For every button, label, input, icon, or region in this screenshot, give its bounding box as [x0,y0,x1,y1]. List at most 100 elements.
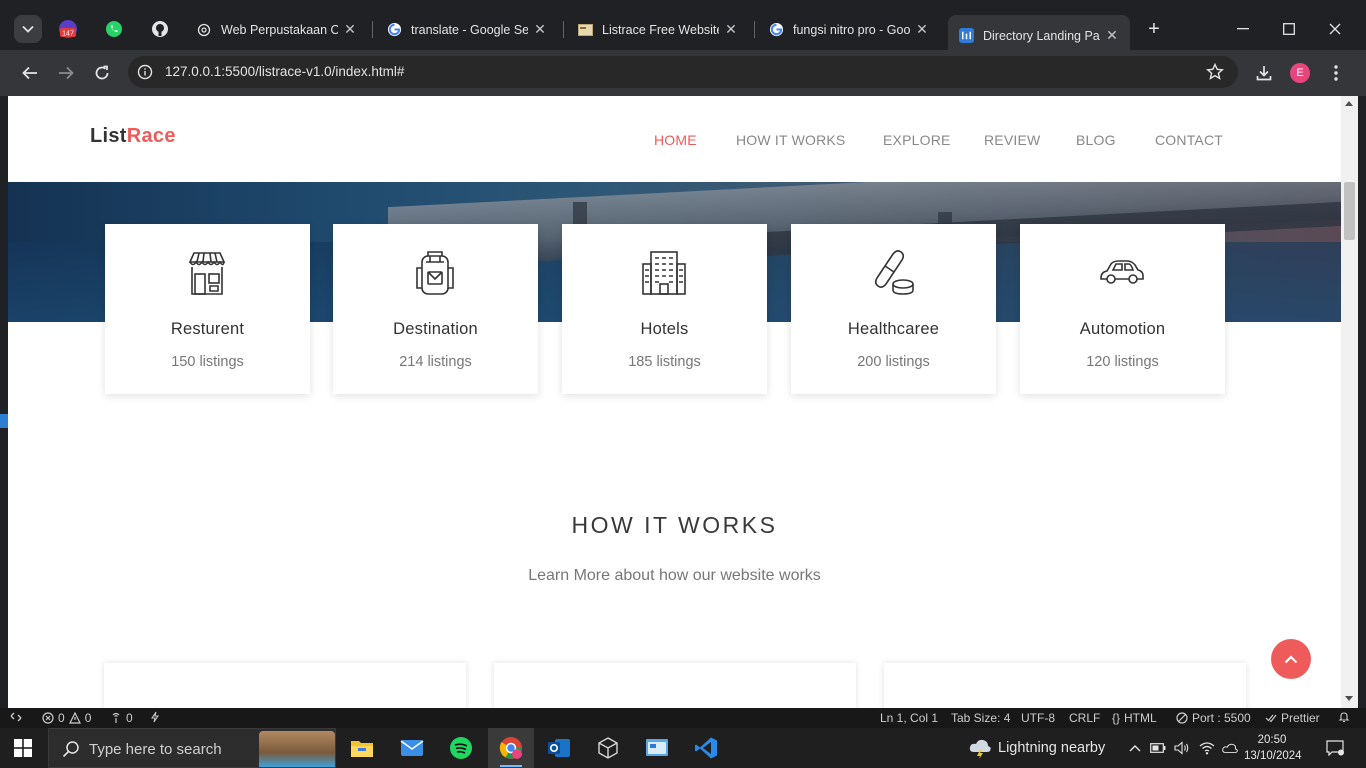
weather-text[interactable]: Lightning nearby [998,740,1105,756]
formatter-label: Prettier [1281,711,1320,725]
taskbar-file-explorer[interactable] [339,728,385,768]
site-logo[interactable]: ListRace [90,125,176,148]
no-entry-icon [1176,712,1188,724]
forward-button[interactable] [53,60,79,86]
tab-divider [372,21,373,38]
scroll-up-arrow-icon[interactable] [1345,101,1353,106]
taskbar-outlook[interactable] [536,728,582,768]
taskbar-clock[interactable]: 20:50 13/10/2024 [1244,732,1302,764]
battery-icon[interactable] [1150,740,1166,756]
language-mode[interactable]: {} HTML [1112,711,1157,725]
taskbar-spotify[interactable] [438,728,484,768]
close-window-button[interactable] [1323,18,1347,40]
problems-indicator[interactable]: 0 0 [42,711,91,725]
category-card-resturent[interactable]: Resturent 150 listings [105,224,310,394]
bell-icon [1338,712,1350,723]
search-icon [62,741,79,758]
close-tab-icon[interactable]: ✕ [532,21,548,38]
close-tab-icon[interactable]: ✕ [723,21,739,38]
taskbar-vscode[interactable] [683,728,729,768]
whatsapp-icon [106,21,122,37]
show-hidden-icons-button[interactable] [1127,740,1143,756]
category-card-destination[interactable]: Destination 214 listings [333,224,538,394]
profile-button[interactable]: E [1289,62,1311,84]
close-tab-icon[interactable]: ✕ [342,21,358,38]
taskbar-control-panel[interactable] [634,728,680,768]
tab-title: Directory Landing Pag [983,28,1100,43]
svg-text:147: 147 [62,31,74,38]
tab-translate[interactable]: translate - Google Sea ✕ [376,15,558,44]
live-server-port[interactable]: Port : 5500 [1176,711,1251,725]
back-button[interactable] [17,60,43,86]
nav-explore[interactable]: EXPLORE [883,132,951,148]
scroll-down-arrow-icon[interactable] [1345,696,1353,701]
browser-menu-button[interactable] [1325,62,1347,84]
warning-count: 0 [84,711,92,725]
taskbar-box-app[interactable] [585,728,631,768]
nav-review[interactable]: REVIEW [984,132,1040,148]
lightning-indicator[interactable] [150,711,160,723]
notification-center-icon[interactable] [1325,739,1345,757]
tab-size-indicator[interactable]: Tab Size: 4 [951,711,1010,725]
pinned-tab-github[interactable] [148,17,172,41]
braces-icon: {} [1112,711,1121,725]
pinned-tab-notifications[interactable]: 147 [56,17,80,41]
site-header: ListRace HOME HOW IT WORKS EXPLORE REVIE… [8,96,1341,182]
tab-search-button[interactable] [14,15,42,43]
browser-toolbar: 127.0.0.1:5500/listrace-v1.0/index.html#… [0,50,1366,96]
volume-icon[interactable] [1174,740,1190,756]
tab-listrace[interactable]: Listrace Free Website T ✕ [567,15,749,44]
tab-fungsi-nitro[interactable]: fungsi nitro pro - Goo ✕ [758,15,940,44]
taskbar-mail[interactable] [389,728,435,768]
remote-indicator[interactable] [10,711,22,723]
spotify-icon [450,737,472,759]
category-count: 150 listings [171,354,244,370]
scrollbar-thumb[interactable] [1344,182,1355,240]
page-scrollbar[interactable] [1341,96,1358,708]
wifi-icon[interactable] [1199,740,1215,756]
address-bar[interactable]: 127.0.0.1:5500/listrace-v1.0/index.html# [128,56,1238,88]
weather-icon[interactable] [968,737,992,759]
backpack-icon [416,251,454,295]
category-card-healthcaree[interactable]: Healthcaree 200 listings [791,224,996,394]
nav-how-it-works[interactable]: HOW IT WORKS [736,132,845,148]
site-info-icon[interactable] [137,64,153,80]
cloud-sync-icon[interactable] [1222,740,1238,756]
nav-blog[interactable]: BLOG [1076,132,1116,148]
taskbar-search-box[interactable]: Type here to search [48,728,336,768]
how-it-works-subtitle: Learn More about how our website works [528,567,821,584]
category-card-hotels[interactable]: Hotels 185 listings [562,224,767,394]
new-tab-button[interactable]: + [1143,18,1165,40]
bookmark-star-icon[interactable] [1206,63,1224,81]
prettier-indicator[interactable]: Prettier [1265,711,1320,725]
nav-contact[interactable]: CONTACT [1155,132,1223,148]
close-tab-icon[interactable]: ✕ [914,21,930,38]
how-it-works-card [884,663,1246,708]
browser-tab-strip: 147 Web Perpustakaan Onl ✕ translate - G… [0,0,1366,56]
ports-indicator[interactable]: 0 [110,711,133,725]
warning-icon [68,712,81,724]
category-card-automotion[interactable]: Automotion 120 listings [1020,224,1225,394]
encoding-indicator[interactable]: UTF-8 [1021,711,1055,725]
url-text[interactable]: 127.0.0.1:5500/listrace-v1.0/index.html# [165,64,404,79]
close-tab-icon[interactable]: ✕ [1104,27,1120,44]
downloads-button[interactable] [1253,62,1275,84]
how-it-works-card [104,663,466,708]
lightning-icon [151,711,159,723]
reload-button[interactable] [89,60,115,86]
taskbar-chrome[interactable] [488,728,534,768]
folder-icon [351,741,373,757]
nav-home[interactable]: HOME [654,132,697,148]
cursor-position[interactable]: Ln 1, Col 1 [880,711,938,725]
eol-indicator[interactable]: CRLF [1069,711,1100,725]
tab-web-perpustakaan[interactable]: Web Perpustakaan Onl ✕ [186,15,368,44]
back-to-top-button[interactable] [1271,639,1311,679]
download-icon [1256,66,1272,81]
minimize-button[interactable] [1231,18,1255,40]
notifications-indicator[interactable] [1338,711,1350,723]
google-icon [386,22,402,38]
windows-start-icon[interactable] [14,739,32,757]
tab-title: translate - Google Sea [411,22,528,37]
maximize-button[interactable] [1277,18,1301,40]
pinned-tab-whatsapp[interactable] [102,17,126,41]
